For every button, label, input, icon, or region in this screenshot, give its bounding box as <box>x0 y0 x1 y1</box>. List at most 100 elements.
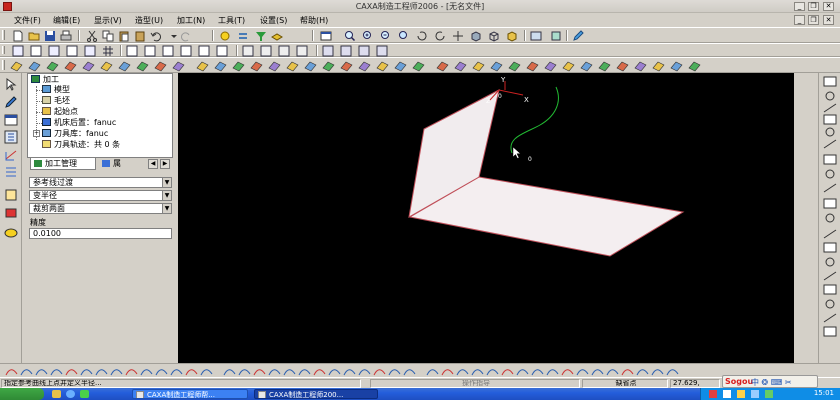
drawing-tool-icon[interactable] <box>823 139 837 149</box>
drawing-tool-icon[interactable] <box>823 198 837 209</box>
drawing-tool-icon[interactable] <box>825 257 835 267</box>
curve-tool-icon[interactable] <box>606 369 619 376</box>
curve-tool-icon[interactable] <box>373 369 386 376</box>
shading-icon[interactable] <box>219 30 231 42</box>
surface-tool-icon[interactable] <box>436 61 449 72</box>
surface-tool-icon[interactable] <box>634 61 647 72</box>
shaded-view-icon[interactable] <box>470 30 482 42</box>
curve-icon[interactable] <box>30 45 42 57</box>
view-left-icon[interactable] <box>358 45 370 57</box>
solid-icon[interactable] <box>66 45 78 57</box>
tree-item-tool-library[interactable]: 刀具库：fanuc <box>42 129 108 139</box>
tree-item-model[interactable]: 模型 <box>42 85 70 95</box>
post-process-icon[interactable] <box>260 45 272 57</box>
surface-tool-icon[interactable] <box>196 61 209 72</box>
surface-tool-icon[interactable] <box>322 61 335 72</box>
drawing-tool-icon[interactable] <box>823 183 837 193</box>
macro-icon[interactable] <box>4 226 18 240</box>
menu-file[interactable]: 文件(F) <box>14 15 41 26</box>
surface-tool-icon[interactable] <box>250 61 263 72</box>
hide-icon[interactable] <box>550 30 562 42</box>
transition-type-select[interactable]: 参考线过渡 ▼ <box>29 177 172 188</box>
curve-tool-icon[interactable] <box>358 369 371 376</box>
surface-tool-icon[interactable] <box>412 61 425 72</box>
surface-tool-icon[interactable] <box>28 61 41 72</box>
drilling-icon[interactable] <box>162 45 174 57</box>
status-point-mode[interactable]: 缺省点 <box>582 379 668 388</box>
save-icon[interactable] <box>44 30 56 42</box>
surface-tool-icon[interactable] <box>82 61 95 72</box>
menu-tools[interactable]: 工具(T) <box>218 15 245 26</box>
view-top-icon[interactable] <box>340 45 352 57</box>
measure-icon[interactable] <box>4 188 18 202</box>
surface-tool-icon[interactable] <box>562 61 575 72</box>
toolpath-icon[interactable] <box>216 45 228 57</box>
task-caxa-main[interactable]: CAXA制造工程师200... <box>254 389 378 399</box>
surface-tool-icon[interactable] <box>64 61 77 72</box>
curve-tool-icon[interactable] <box>20 369 33 376</box>
curve-tool-icon[interactable] <box>95 369 108 376</box>
view-front-icon[interactable] <box>322 45 334 57</box>
curve-tool-icon[interactable] <box>238 369 251 376</box>
surface-tool-icon[interactable] <box>118 61 131 72</box>
curve-tool-icon[interactable] <box>313 369 326 376</box>
contour-icon[interactable] <box>180 45 192 57</box>
surface-icon[interactable] <box>48 45 60 57</box>
curve-tool-icon[interactable] <box>328 369 341 376</box>
surface-tool-icon[interactable] <box>688 61 701 72</box>
rotate-view-icon[interactable] <box>416 30 428 42</box>
curve-tool-icon[interactable] <box>253 369 266 376</box>
select-arrow-icon[interactable] <box>4 78 18 92</box>
curve-tool-icon[interactable] <box>403 369 416 376</box>
transform-icon[interactable] <box>4 206 18 220</box>
curve-tool-icon[interactable] <box>621 369 634 376</box>
tab-scroll-left-button[interactable]: ◀ <box>148 159 158 169</box>
drawing-tool-icon[interactable] <box>825 299 835 309</box>
tree-item-root[interactable]: 加工 <box>31 75 59 85</box>
drawing-tool-icon[interactable] <box>823 76 837 87</box>
drawing-tool-icon[interactable] <box>825 213 835 223</box>
surface-tool-icon[interactable] <box>376 61 389 72</box>
print-icon[interactable] <box>60 30 72 42</box>
surface-tool-icon[interactable] <box>394 61 407 72</box>
curve-tool-icon[interactable] <box>268 369 281 376</box>
reference-curve[interactable] <box>510 86 559 154</box>
surface-tool-icon[interactable] <box>544 61 557 72</box>
menu-help[interactable]: 帮助(H) <box>300 15 328 26</box>
simulate-icon[interactable] <box>242 45 254 57</box>
drawing-tool-icon[interactable] <box>823 154 837 165</box>
tab-scroll-right-button[interactable]: ▶ <box>160 159 170 169</box>
curve-tool-icon[interactable] <box>80 369 93 376</box>
surface-tool-icon[interactable] <box>490 61 503 72</box>
menu-settings[interactable]: 设置(S) <box>260 15 287 26</box>
surface-tool-icon[interactable] <box>670 61 683 72</box>
curve-tool-icon[interactable] <box>501 369 514 376</box>
curve-tool-icon[interactable] <box>666 369 679 376</box>
surface-tool-icon[interactable] <box>10 61 23 72</box>
curve-tool-icon[interactable] <box>283 369 296 376</box>
properties-icon[interactable] <box>4 113 18 127</box>
edit-pencil-icon[interactable] <box>572 30 584 42</box>
layer-icon[interactable] <box>271 30 283 42</box>
trim-mode-select[interactable]: 裁剪两面 ▼ <box>29 203 172 214</box>
restore-button[interactable]: ❐ <box>808 2 819 11</box>
surface-tool-icon[interactable] <box>652 61 665 72</box>
surface-tool-icon[interactable] <box>214 61 227 72</box>
surface-tool-icon[interactable] <box>580 61 593 72</box>
zoom-window-icon[interactable] <box>344 30 356 42</box>
paste-icon[interactable] <box>118 30 130 42</box>
child-restore-button[interactable]: ❐ <box>808 15 819 25</box>
curve-tool-icon[interactable] <box>516 369 529 376</box>
surface-tool-icon[interactable] <box>358 61 371 72</box>
surface-tool-icon[interactable] <box>232 61 245 72</box>
gcode-icon[interactable] <box>278 45 290 57</box>
open-folder-icon[interactable] <box>28 30 40 42</box>
curve-tool-icon[interactable] <box>546 369 559 376</box>
tray-app-icon[interactable] <box>765 390 773 398</box>
surface-tool-icon[interactable] <box>340 61 353 72</box>
surface-tool-icon[interactable] <box>154 61 167 72</box>
drawing-tool-icon[interactable] <box>823 271 837 281</box>
chevron-down-icon[interactable]: ▼ <box>162 204 171 213</box>
refresh-view-icon[interactable] <box>434 30 446 42</box>
ime-toolbar[interactable]: Sogou 中 ❂ ⌨ ✂ <box>722 375 818 388</box>
